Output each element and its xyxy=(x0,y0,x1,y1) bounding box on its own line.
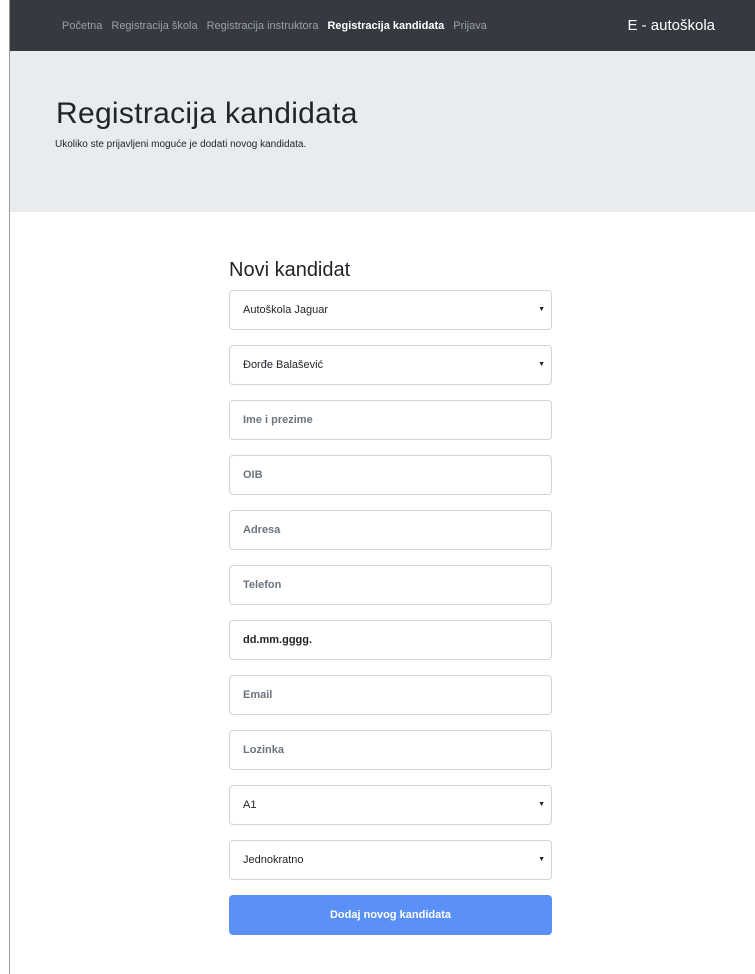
instructor-select[interactable]: Đorđe Balašević ▼ xyxy=(229,345,552,385)
payment-select-value: Jednokratno xyxy=(243,854,304,866)
brand-name[interactable]: E - autoškola xyxy=(627,0,715,51)
email-input[interactable]: Email xyxy=(229,675,552,715)
address-input-placeholder: Adresa xyxy=(243,524,281,536)
phone-input-placeholder: Telefon xyxy=(243,579,282,591)
page-subtitle: Ukoliko ste prijavljeni moguće je dodati… xyxy=(55,139,307,150)
navbar: Početna Registracija škola Registracija … xyxy=(10,0,755,51)
caret-down-icon: ▼ xyxy=(538,361,545,368)
nav-link-registracija-instruktora[interactable]: Registracija instruktora xyxy=(207,20,319,32)
date-input[interactable]: dd.mm.gggg. xyxy=(229,620,552,660)
address-input[interactable]: Adresa xyxy=(229,510,552,550)
email-input-placeholder: Email xyxy=(243,689,273,701)
name-input-placeholder: Ime i prezime xyxy=(243,414,313,426)
caret-down-icon: ▼ xyxy=(538,801,545,808)
page-title: Registracija kandidata xyxy=(56,97,358,130)
instructor-select-value: Đorđe Balašević xyxy=(243,359,324,371)
name-input[interactable]: Ime i prezime xyxy=(229,400,552,440)
page-header: Registracija kandidata Ukoliko ste prija… xyxy=(10,51,755,212)
nav-links: Početna Registracija škola Registracija … xyxy=(62,0,496,51)
caret-down-icon: ▼ xyxy=(538,856,545,863)
password-input[interactable]: Lozinka xyxy=(229,730,552,770)
oib-input-placeholder: OIB xyxy=(243,469,263,481)
category-select-value: A1 xyxy=(243,799,257,811)
oib-input[interactable]: OIB xyxy=(229,455,552,495)
payment-select[interactable]: Jednokratno ▼ xyxy=(229,840,552,880)
school-select[interactable]: Autoškola Jaguar ▼ xyxy=(229,290,552,330)
school-select-value: Autoškola Jaguar xyxy=(243,304,328,316)
nav-link-registracija-kandidata[interactable]: Registracija kandidata xyxy=(327,20,444,32)
nav-link-pocetna[interactable]: Početna xyxy=(62,20,102,32)
password-input-placeholder: Lozinka xyxy=(243,744,284,756)
category-select[interactable]: A1 ▼ xyxy=(229,785,552,825)
form-title: Novi kandidat xyxy=(229,259,351,281)
nav-link-registracija-skola[interactable]: Registracija škola xyxy=(111,20,197,32)
nav-link-prijava[interactable]: Prijava xyxy=(453,20,487,32)
phone-input[interactable]: Telefon xyxy=(229,565,552,605)
date-input-placeholder: dd.mm.gggg. xyxy=(243,634,313,646)
caret-down-icon: ▼ xyxy=(538,306,545,313)
add-candidate-button[interactable]: Dodaj novog kandidata xyxy=(229,895,552,935)
